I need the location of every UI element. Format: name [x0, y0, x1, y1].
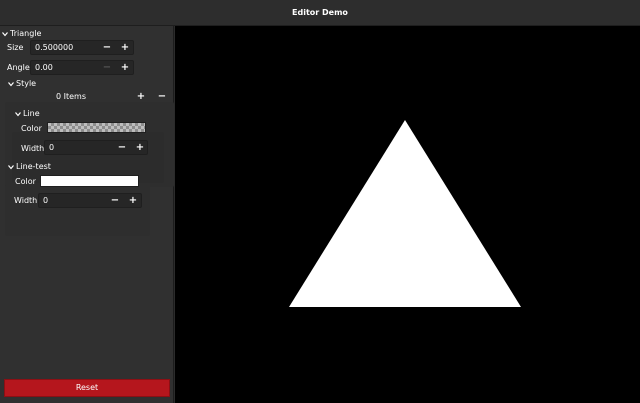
style-remove-item-button[interactable]: −: [154, 89, 170, 104]
line-test-width-label: Width: [14, 196, 38, 205]
line-section-label: Line: [23, 109, 40, 118]
render-viewport[interactable]: [175, 26, 640, 403]
chevron-down-icon: [8, 164, 14, 169]
line-test-section-label: Line-test: [16, 162, 51, 171]
line-width-decrement-button[interactable]: −: [114, 140, 130, 155]
style-section-header[interactable]: Style: [8, 79, 36, 88]
line-test-width-decrement-button[interactable]: −: [107, 193, 123, 208]
line-color-swatch[interactable]: [47, 122, 146, 133]
inspector-panel: Triangle Size 0.500000 − + Angle 0.00 − …: [0, 26, 174, 403]
reset-button[interactable]: Reset: [4, 379, 170, 397]
line-width-value: 0: [49, 143, 55, 152]
line-test-width-value: 0: [43, 196, 49, 205]
line-color-label: Color: [21, 124, 42, 133]
triangle-section-label: Triangle: [10, 29, 42, 38]
size-value: 0.500000: [35, 43, 74, 52]
chevron-down-icon: [2, 31, 8, 36]
triangle-shape: [289, 120, 521, 307]
window-title: Editor Demo: [292, 8, 348, 17]
line-test-section-header[interactable]: Line-test: [8, 162, 51, 171]
style-add-item-button[interactable]: +: [133, 89, 149, 104]
angle-label: Angle: [7, 63, 30, 72]
viewport-canvas: [289, 120, 521, 307]
line-width-label: Width: [21, 144, 45, 153]
line-section-header[interactable]: Line: [15, 109, 40, 118]
style-items-count: 0 Items: [56, 92, 87, 101]
line-test-width-increment-button[interactable]: +: [125, 193, 141, 208]
size-increment-button[interactable]: +: [117, 40, 133, 55]
size-label: Size: [7, 43, 24, 52]
line-width-increment-button[interactable]: +: [132, 140, 148, 155]
style-section-label: Style: [16, 79, 37, 88]
angle-value: 0.00: [35, 63, 53, 72]
angle-decrement-button[interactable]: −: [99, 60, 115, 75]
title-bar: Editor Demo: [0, 0, 640, 26]
chevron-down-icon: [15, 111, 21, 116]
triangle-section-header[interactable]: Triangle: [2, 29, 41, 38]
line-test-color-swatch[interactable]: [40, 175, 139, 187]
line-test-color-label: Color: [15, 177, 36, 186]
angle-increment-button[interactable]: +: [117, 60, 133, 75]
size-decrement-button[interactable]: −: [99, 40, 115, 55]
chevron-down-icon: [8, 81, 14, 86]
